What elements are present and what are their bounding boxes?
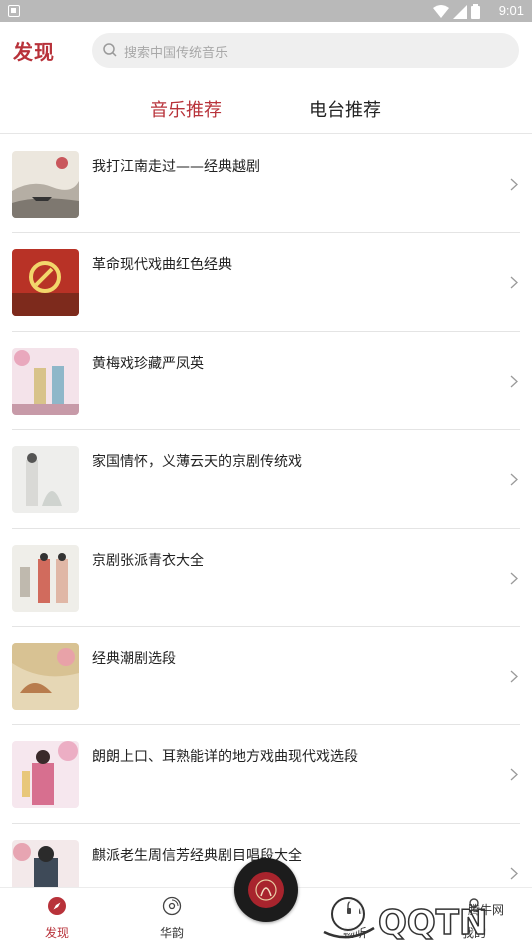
svg-text:腾牛网: 腾牛网 (468, 902, 504, 917)
page-title: 发现 (13, 40, 55, 64)
chevron-right-icon (510, 375, 518, 388)
playlist-thumbnail (12, 446, 79, 514)
compass-icon (48, 897, 66, 915)
player-disc-icon (248, 872, 284, 908)
tab-music-recommend[interactable]: 音乐推荐 (150, 96, 222, 122)
playlist-thumbnail (12, 741, 79, 809)
list-item[interactable]: 革命现代戏曲红色经典 (0, 233, 532, 332)
list-item[interactable]: 我打江南走过——经典越剧 (0, 135, 532, 234)
battery-icon (471, 4, 480, 19)
signal-icon (453, 4, 467, 19)
nav-label: 发现 (44, 926, 69, 940)
tab-bar: 音乐推荐 电台推荐 (0, 82, 532, 134)
playlist-list: 我打江南走过——经典越剧 革命现代戏曲红色经典 黄梅戏珍藏严凤英 家国情怀，义薄… (0, 135, 532, 922)
playlist-title: 朗朗上口、耳熟能详的地方戏曲现代戏选段 (92, 749, 358, 766)
chevron-right-icon (510, 670, 518, 683)
playlist-thumbnail (12, 642, 79, 710)
playlist-title: 家国情怀，义薄云天的京剧传统戏 (92, 454, 302, 471)
playlist-title: 我打江南走过——经典越剧 (92, 159, 260, 175)
list-item[interactable]: 家国情怀，义薄云天的京剧传统戏 (0, 430, 532, 529)
disc-icon (162, 896, 182, 916)
search-icon (103, 43, 117, 57)
header: 发现 搜索中国传统音乐 (0, 22, 532, 82)
playlist-title: 黄梅戏珍藏严凤英 (92, 355, 204, 372)
status-icons (433, 4, 480, 19)
status-bar: 9:01 (0, 0, 532, 22)
list-item[interactable]: 经典潮剧选段 (0, 627, 532, 726)
player-disc-button[interactable] (234, 858, 298, 922)
search-placeholder: 搜索中国传统音乐 (124, 46, 229, 61)
playlist-thumbnail (12, 151, 79, 218)
wifi-icon (433, 4, 449, 18)
playlist-title: 京剧张派青衣大全 (92, 552, 204, 569)
list-item[interactable]: 朗朗上口、耳熟能详的地方戏曲现代戏选段 (0, 725, 532, 824)
playlist-thumbnail (12, 249, 79, 317)
chevron-right-icon (510, 276, 518, 289)
watermark-logo: QQTN 腾牛网 (323, 894, 504, 944)
notification-icon (8, 5, 20, 17)
chevron-right-icon (510, 572, 518, 585)
nav-label: 华韵 (159, 926, 184, 940)
clock: 9:01 (498, 3, 524, 18)
playlist-thumbnail (12, 544, 79, 612)
search-input[interactable]: 搜索中国传统音乐 (92, 33, 519, 68)
chevron-right-icon (510, 768, 518, 781)
nav-huayun[interactable]: 华韵 (142, 896, 202, 941)
chevron-right-icon (510, 867, 518, 880)
chevron-right-icon (510, 473, 518, 486)
playlist-title: 经典潮剧选段 (92, 650, 176, 667)
tab-radio-recommend[interactable]: 电台推荐 (309, 96, 381, 122)
list-item[interactable]: 京剧张派青衣大全 (0, 529, 532, 627)
playlist-title: 革命现代戏曲红色经典 (92, 257, 232, 274)
list-item[interactable]: 黄梅戏珍藏严凤英 (0, 332, 532, 431)
chevron-right-icon (510, 178, 518, 191)
nav-discover[interactable]: 发现 (27, 896, 87, 941)
playlist-thumbnail (12, 347, 79, 415)
